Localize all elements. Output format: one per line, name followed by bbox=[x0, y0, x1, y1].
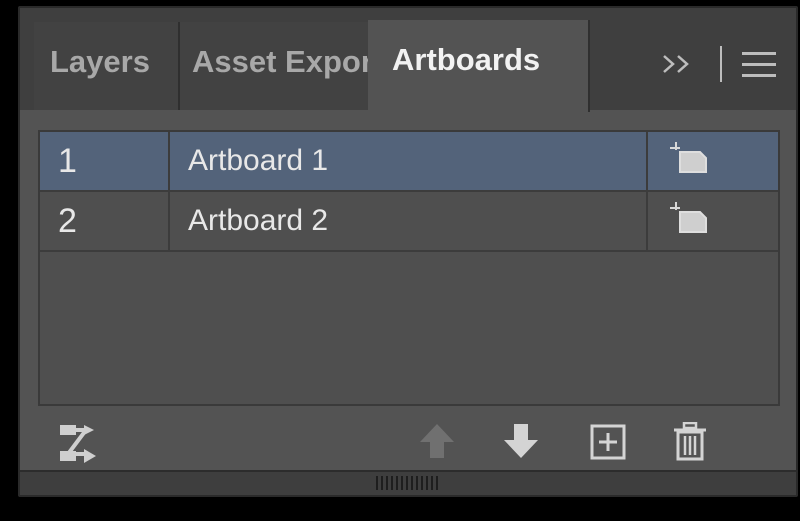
artboard-name[interactable]: Artboard 1 bbox=[188, 132, 328, 190]
hamburger-icon-line bbox=[742, 74, 776, 77]
list-item[interactable]: 2 Artboard 2 bbox=[40, 192, 778, 252]
new-artboard-icon bbox=[590, 424, 626, 460]
hamburger-icon bbox=[742, 52, 776, 55]
grip-icon bbox=[376, 476, 440, 490]
new-artboard-button[interactable] bbox=[590, 424, 626, 465]
tab-layers[interactable]: Layers bbox=[34, 22, 180, 110]
artboard-options-button[interactable] bbox=[646, 192, 778, 250]
move-up-button[interactable] bbox=[418, 422, 456, 467]
hamburger-icon-line bbox=[742, 63, 776, 66]
tab-asset-export-label: Asset Export bbox=[192, 44, 380, 79]
artboard-number: 1 bbox=[40, 132, 170, 190]
artboard-name[interactable]: Artboard 2 bbox=[188, 192, 328, 250]
tab-overflow-button[interactable] bbox=[660, 46, 700, 82]
tab-artboards-label: Artboards bbox=[392, 42, 541, 77]
move-down-button[interactable] bbox=[502, 422, 540, 467]
artboard-number: 2 bbox=[40, 192, 170, 250]
artboards-panel: Layers Asset Export Artboards 1 Artboard… bbox=[18, 6, 798, 497]
chevrons-right-icon bbox=[663, 55, 689, 73]
rearrange-artboards-button[interactable] bbox=[56, 422, 102, 471]
panel-resize-handle[interactable] bbox=[20, 470, 796, 495]
artboard-list: 1 Artboard 1 2 Artboard 2 bbox=[38, 130, 780, 406]
rearrange-icon bbox=[60, 425, 96, 463]
tab-layers-label: Layers bbox=[50, 44, 150, 79]
move-down-icon bbox=[504, 424, 538, 458]
trash-icon bbox=[674, 421, 706, 461]
artboard-options-icon bbox=[670, 202, 707, 233]
delete-artboard-button[interactable] bbox=[672, 421, 708, 467]
panel-tab-bar: Layers Asset Export Artboards bbox=[20, 8, 796, 112]
move-up-icon bbox=[420, 424, 454, 458]
artboard-options-icon bbox=[670, 142, 707, 173]
tab-artboards[interactable]: Artboards bbox=[368, 20, 590, 112]
panel-menu-button[interactable] bbox=[742, 52, 776, 78]
list-item[interactable]: 1 Artboard 1 bbox=[40, 132, 778, 192]
tab-asset-export[interactable]: Asset Export bbox=[180, 22, 380, 110]
artboard-options-button[interactable] bbox=[646, 132, 778, 190]
tabbar-divider bbox=[720, 46, 722, 82]
